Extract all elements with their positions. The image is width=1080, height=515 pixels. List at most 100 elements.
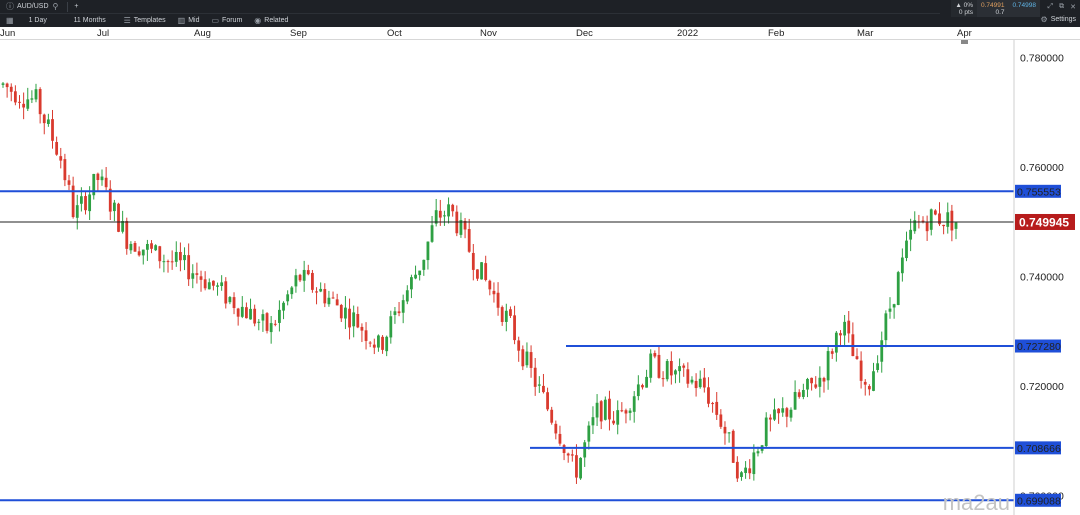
window-controls: ⤢ ⧉ ✕ <box>1048 3 1076 11</box>
eye-icon: ◉ <box>254 16 262 25</box>
candle <box>360 323 364 343</box>
candle <box>570 449 574 462</box>
candle <box>620 402 624 413</box>
candle <box>397 301 401 317</box>
candle <box>352 305 356 338</box>
candle <box>133 241 137 252</box>
month-label: Aug <box>194 28 211 39</box>
symbol-label: AUD/USD <box>17 3 49 10</box>
range-select[interactable]: 11 Months <box>68 14 118 27</box>
candle <box>331 291 335 299</box>
settings-label: Settings <box>1050 16 1076 23</box>
candle <box>117 202 120 233</box>
candle <box>302 260 306 292</box>
candle <box>405 285 409 305</box>
bars-icon: ▥ <box>177 16 186 25</box>
candle <box>909 218 913 252</box>
ask-price[interactable]: 0.74998 <box>1008 0 1040 17</box>
related-button[interactable]: ◉ Related <box>248 14 294 27</box>
candle <box>579 457 582 480</box>
candle <box>546 387 549 412</box>
candle <box>913 211 917 234</box>
add-label: + <box>74 3 79 10</box>
candle <box>174 241 178 267</box>
bid-price[interactable]: 0.74991 0.7 <box>977 0 1009 17</box>
candle <box>26 87 30 112</box>
candle <box>740 471 743 481</box>
toolbar-row-symbol: ⓘ AUD/USD ⚲ + <box>0 0 940 13</box>
candle <box>719 409 723 429</box>
candle <box>59 147 63 169</box>
candle <box>55 136 59 156</box>
templates-button[interactable]: ☰ Templates <box>118 14 172 27</box>
price-chart[interactable]: 0.7800000.7600000.7400000.7200000.700000… <box>0 40 1080 515</box>
candle <box>319 282 323 293</box>
month-label: Feb <box>768 28 785 39</box>
candle <box>245 302 248 319</box>
month-label: Mar <box>857 28 874 39</box>
popout-icon[interactable]: ⧉ <box>1059 3 1064 11</box>
add-chart-button[interactable]: + <box>68 0 84 13</box>
timeframe-select[interactable]: 1 Day <box>23 14 68 27</box>
candle <box>859 351 863 389</box>
candle <box>67 174 71 191</box>
candle <box>707 377 710 408</box>
candle <box>954 222 958 240</box>
candle <box>777 408 781 424</box>
candle <box>752 444 756 481</box>
candle <box>476 269 479 281</box>
candle <box>727 432 731 443</box>
candle <box>488 279 492 296</box>
candle <box>344 296 347 330</box>
candle <box>269 316 273 344</box>
candle <box>645 369 648 388</box>
chat-bubble-icon: ▭ <box>211 16 220 25</box>
candle <box>801 383 805 400</box>
price-tick-label: 0.740000 <box>1020 271 1064 283</box>
candle <box>418 270 422 281</box>
spread-value: 0.7 <box>995 8 1005 16</box>
candle <box>723 421 727 445</box>
grid-icon: ▦ <box>6 16 14 25</box>
candle <box>257 319 261 331</box>
candle <box>34 83 38 103</box>
candle <box>830 348 834 359</box>
candle <box>525 342 529 368</box>
settings-button[interactable]: ⚙ Settings <box>1041 15 1076 24</box>
candle <box>806 377 809 398</box>
candle <box>509 306 512 319</box>
candle <box>492 282 496 303</box>
candle <box>30 90 34 104</box>
month-label: Jun <box>0 28 16 39</box>
candle <box>641 383 644 390</box>
candle <box>616 400 620 435</box>
candle <box>294 268 298 293</box>
candle <box>323 283 327 308</box>
candle <box>187 243 191 286</box>
candle <box>657 345 661 379</box>
price-type-label: Mid <box>188 17 200 24</box>
symbol-selector[interactable]: ⓘ AUD/USD ⚲ <box>0 0 67 13</box>
candle <box>166 259 170 273</box>
expand-icon[interactable]: ⤢ <box>1048 3 1054 11</box>
close-icon[interactable]: ✕ <box>1070 3 1076 11</box>
candle <box>393 306 397 324</box>
candle <box>603 396 607 421</box>
search-icon[interactable]: ⚲ <box>53 2 59 11</box>
quote-panel: ▲ 0% 0 pts 0.74991 0.7 0.74998 <box>951 0 1040 17</box>
candle <box>892 303 896 319</box>
candle <box>839 330 842 346</box>
candle <box>818 366 822 398</box>
forum-button[interactable]: ▭ Forum <box>205 14 248 27</box>
candle <box>216 282 219 296</box>
candle <box>13 85 17 106</box>
alert-marker-icon[interactable] <box>961 40 968 44</box>
bid-value: 0.74991 <box>981 1 1005 9</box>
price-type-button[interactable]: ▥ Mid <box>172 14 206 27</box>
layout-button[interactable]: ▦ <box>0 14 23 27</box>
candle <box>410 274 413 299</box>
candle <box>240 296 244 319</box>
candle <box>385 335 389 357</box>
candle <box>793 380 797 410</box>
candle <box>484 255 488 282</box>
